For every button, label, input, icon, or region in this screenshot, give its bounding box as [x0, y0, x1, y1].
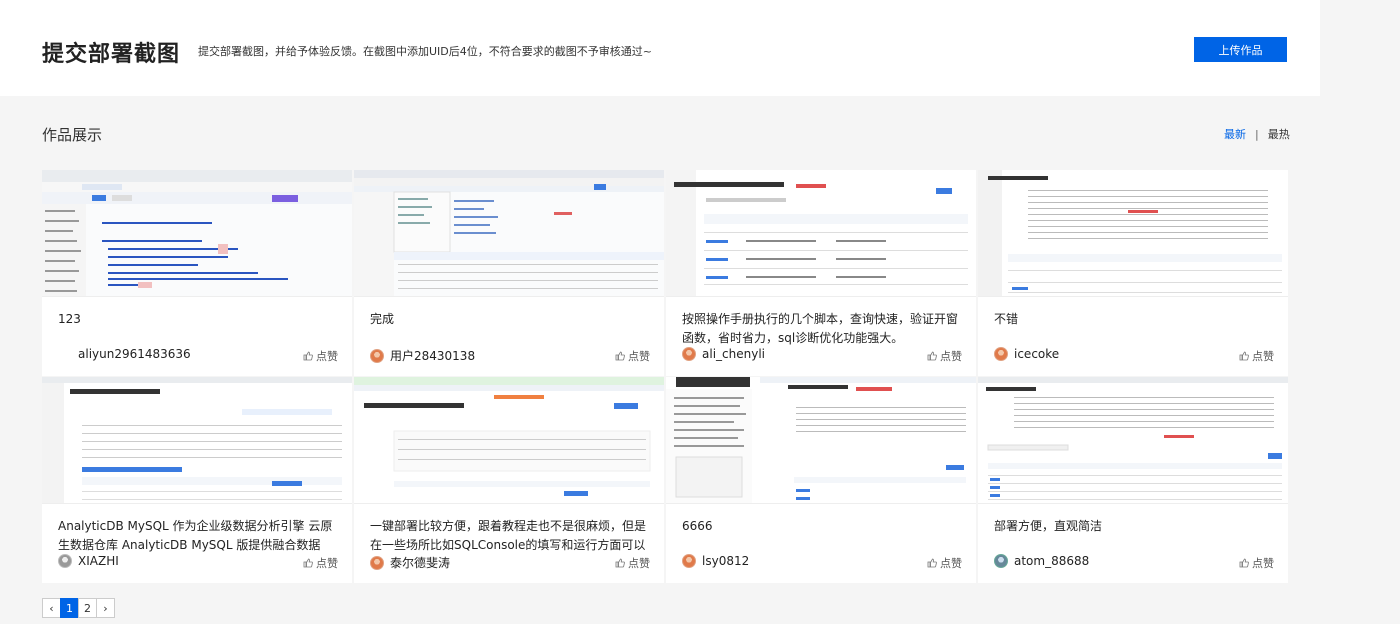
author[interactable]: aliyun2961483636: [58, 347, 191, 361]
screenshot-thumbnail[interactable]: [978, 170, 1288, 297]
thumbs-up-icon: [1239, 558, 1249, 568]
sort-latest-link[interactable]: 最新: [1224, 126, 1246, 142]
thumbs-up-icon: [1239, 351, 1249, 361]
upload-button[interactable]: 上传作品: [1194, 37, 1287, 62]
author-name[interactable]: XIAZHI: [78, 554, 119, 568]
avatar: [994, 554, 1008, 568]
like-label: 点赞: [316, 557, 338, 570]
page-description: 提交部署截图，并给予体验反馈。在截图中添加UID后4位，不符合要求的截图不予审核…: [198, 45, 652, 58]
sort-hot-link[interactable]: 最热: [1268, 126, 1290, 142]
sort-separator: |: [1255, 127, 1259, 141]
author[interactable]: XIAZHI: [58, 554, 119, 568]
work-card[interactable]: 不错 icecoke 点赞: [978, 170, 1288, 376]
work-card[interactable]: AnalyticDB MySQL 作为企业级数据分析引擎 云原生数据仓库 Ana…: [42, 377, 352, 583]
section-title: 作品展示: [42, 126, 103, 144]
avatar: [682, 554, 696, 568]
screenshot-thumbnail[interactable]: [666, 377, 976, 504]
avatar: [370, 348, 384, 363]
screenshot-thumbnail[interactable]: [666, 170, 976, 297]
card-description: AnalyticDB MySQL 作为企业级数据分析引擎 云原生数据仓库 Ana…: [58, 519, 333, 552]
like-label: 点赞: [1252, 350, 1274, 363]
work-card[interactable]: 123 aliyun2961483636 点赞: [42, 170, 352, 376]
pagination-next[interactable]: ›: [96, 598, 115, 618]
work-card[interactable]: 完成 用户28430138 点赞: [354, 170, 664, 376]
card-description: 按照操作手册执行的几个脚本，查询快速，验证开窗函数，省时省力，sql诊断优化功能…: [682, 312, 959, 345]
card-description: 123: [58, 312, 81, 326]
card-description: 部署方便，直观简洁: [994, 519, 1103, 533]
like-button[interactable]: 点赞: [1239, 555, 1274, 571]
author[interactable]: 用户28430138: [370, 347, 475, 364]
page-header: 提交部署截图 提交部署截图，并给予体验反馈。在截图中添加UID后4位，不符合要求…: [0, 0, 1320, 96]
like-label: 点赞: [1252, 557, 1274, 570]
author[interactable]: icecoke: [994, 347, 1059, 361]
like-button[interactable]: 点赞: [927, 555, 962, 571]
work-card[interactable]: 部署方便，直观简洁 atom_88688 点赞: [978, 377, 1288, 583]
thumbs-up-icon: [927, 351, 937, 361]
author-name[interactable]: ali_chenyli: [702, 347, 765, 361]
like-button[interactable]: 点赞: [303, 348, 338, 364]
author[interactable]: atom_88688: [994, 554, 1089, 568]
like-button[interactable]: 点赞: [303, 555, 338, 571]
page-title: 提交部署截图: [42, 42, 181, 67]
like-button[interactable]: 点赞: [615, 555, 650, 571]
thumbs-up-icon: [303, 351, 313, 361]
card-description: 一键部署比较方便，跟着教程走也不是很麻烦，但是在一些场所比如SQLConsole…: [370, 519, 647, 552]
like-button[interactable]: 点赞: [615, 348, 650, 364]
screenshot-thumbnail[interactable]: [42, 377, 352, 504]
pagination-prev[interactable]: ‹: [42, 598, 61, 618]
sort-bar: 最新 | 最热: [1224, 126, 1290, 142]
author-name[interactable]: 泰尔德斐涛: [390, 554, 450, 571]
avatar: [370, 555, 384, 570]
author[interactable]: lsy0812: [682, 554, 749, 568]
author[interactable]: ali_chenyli: [682, 347, 765, 361]
like-button[interactable]: 点赞: [927, 348, 962, 364]
pagination-page-2[interactable]: 2: [78, 598, 97, 618]
like-label: 点赞: [628, 557, 650, 570]
screenshot-thumbnail[interactable]: [354, 170, 664, 297]
work-card[interactable]: 按照操作手册执行的几个脚本，查询快速，验证开窗函数，省时省力，sql诊断优化功能…: [666, 170, 976, 376]
like-label: 点赞: [940, 350, 962, 363]
thumbs-up-icon: [615, 351, 625, 361]
author[interactable]: 泰尔德斐涛: [370, 554, 450, 571]
author-name[interactable]: aliyun2961483636: [78, 347, 191, 361]
thumbs-up-icon: [303, 558, 313, 568]
work-card[interactable]: 一键部署比较方便，跟着教程走也不是很麻烦，但是在一些场所比如SQLConsole…: [354, 377, 664, 583]
author-name[interactable]: icecoke: [1014, 347, 1059, 361]
author-name[interactable]: 用户28430138: [390, 347, 475, 364]
thumbs-up-icon: [927, 558, 937, 568]
author-name[interactable]: lsy0812: [702, 554, 749, 568]
card-description: 6666: [682, 519, 713, 533]
screenshot-thumbnail[interactable]: [42, 170, 352, 297]
like-label: 点赞: [316, 350, 338, 363]
avatar: [58, 347, 72, 361]
work-card[interactable]: 6666 lsy0812 点赞: [666, 377, 976, 583]
avatar: [682, 347, 696, 361]
screenshot-thumbnail[interactable]: [354, 377, 664, 504]
card-description: 不错: [994, 312, 1019, 326]
like-label: 点赞: [940, 557, 962, 570]
avatar: [58, 554, 72, 568]
pagination: ‹ 1 2 ›: [42, 598, 115, 618]
author-name[interactable]: atom_88688: [1014, 554, 1089, 568]
card-description: 完成: [370, 312, 395, 326]
like-button[interactable]: 点赞: [1239, 348, 1274, 364]
avatar: [994, 347, 1008, 361]
like-label: 点赞: [628, 350, 650, 363]
thumbs-up-icon: [615, 558, 625, 568]
pagination-page-1[interactable]: 1: [60, 598, 79, 618]
screenshot-thumbnail[interactable]: [978, 377, 1288, 504]
